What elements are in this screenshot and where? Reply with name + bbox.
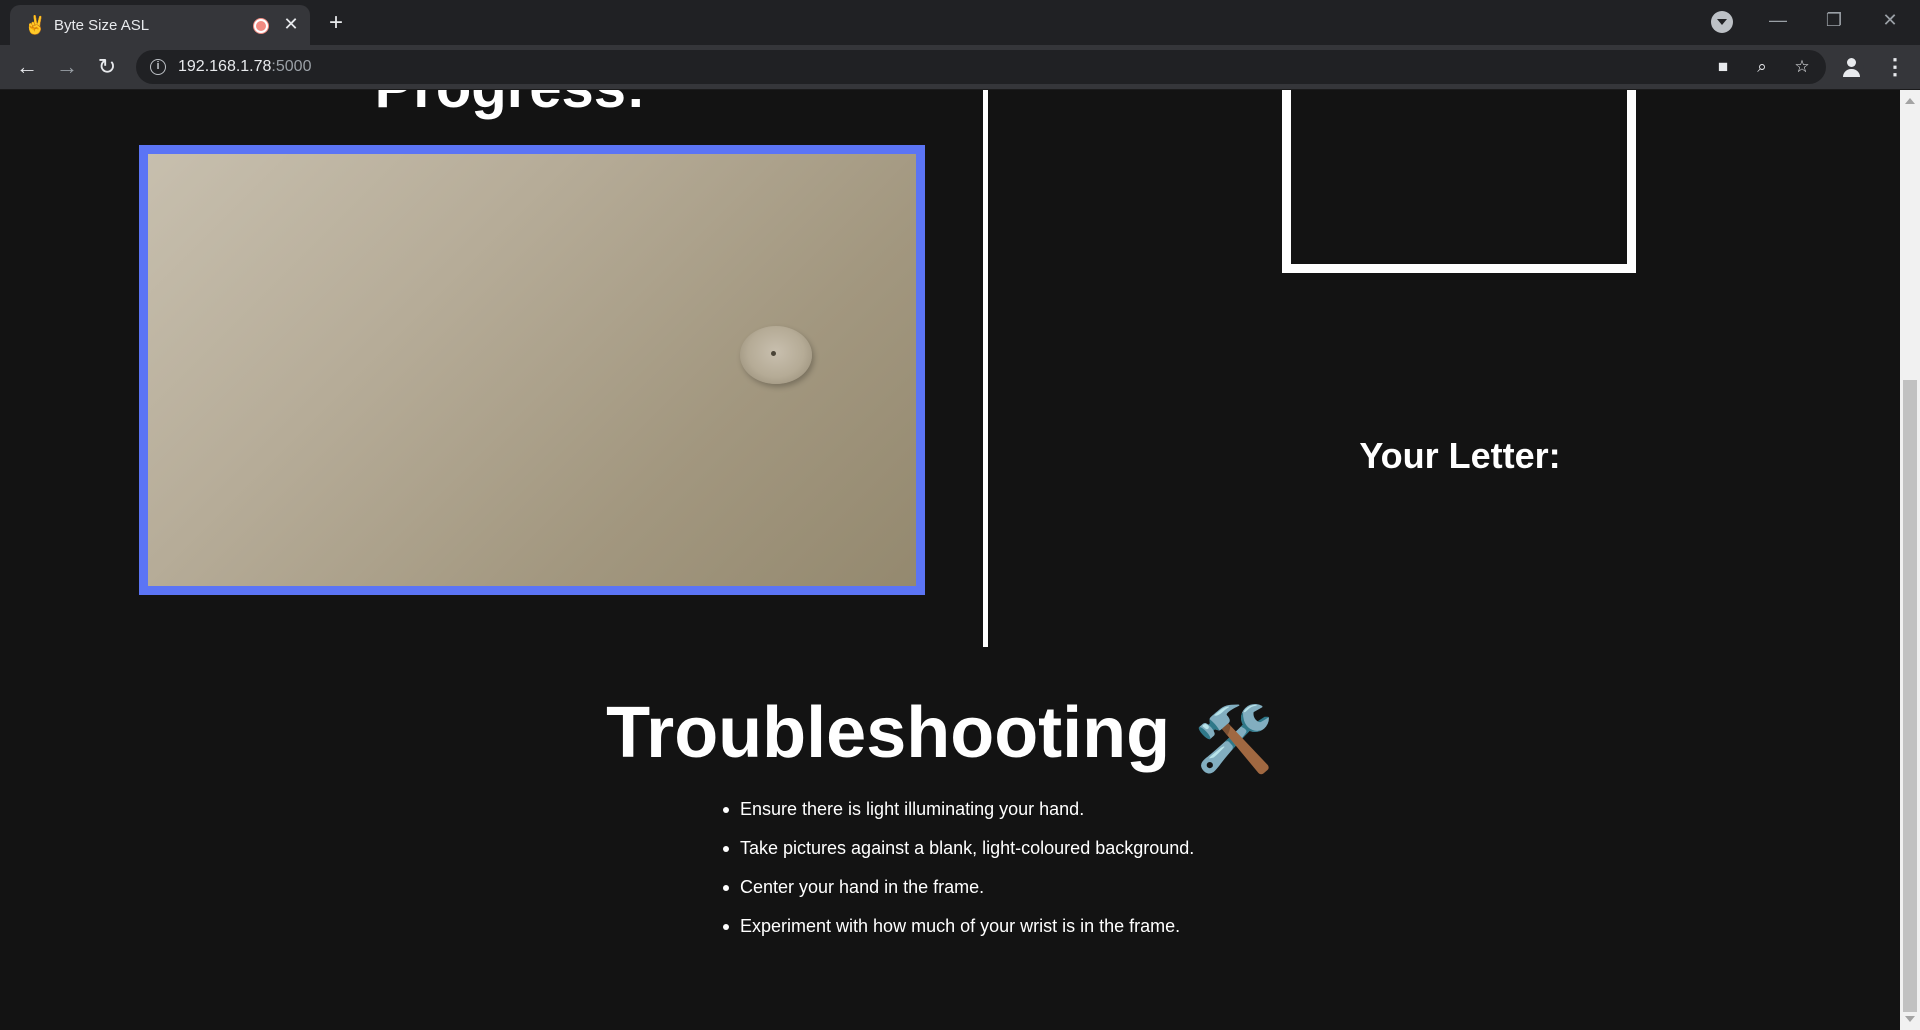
more-menu-icon[interactable]: ⋮ [1884, 52, 1906, 82]
tab-search-icon[interactable] [1711, 11, 1733, 33]
list-item: Ensure there is light illuminating your … [722, 797, 1194, 836]
minimize-button[interactable]: — [1750, 4, 1806, 36]
recording-icon [254, 19, 268, 33]
url-text[interactable]: 192.168.1.78:5000 [178, 58, 311, 76]
url-host: 192.168.1.78 [178, 58, 272, 75]
prediction-image-box [1282, 90, 1636, 273]
vertical-divider [983, 90, 988, 647]
bookmark-star-icon[interactable]: ☆ [1791, 56, 1813, 78]
tab-title: Byte Size ASL [54, 17, 150, 34]
tab-close-icon[interactable]: ✕ [280, 13, 302, 35]
back-arrow-icon[interactable]: ← [12, 52, 42, 82]
new-tab-button[interactable]: + [322, 9, 350, 37]
smoke-detector-in-feed [740, 326, 812, 384]
troubleshooting-list: Ensure there is light illuminating your … [722, 797, 1194, 953]
scroll-down-arrow-icon[interactable] [1905, 1016, 1915, 1022]
url-port: :5000 [271, 58, 312, 75]
profile-icon[interactable] [1840, 55, 1864, 79]
restore-button[interactable]: ❐ [1806, 4, 1862, 36]
troubleshooting-heading: Troubleshooting 🛠️ [560, 692, 1320, 777]
page-viewport: Progress: Your Letter: Troubleshooting 🛠️… [0, 90, 1900, 1030]
progress-heading: Progress: [310, 90, 710, 121]
list-item: Take pictures against a blank, light-col… [722, 836, 1194, 875]
browser-toolbar: ← → ↻ i 192.168.1.78:5000 ■ ⌕ ☆ ⋮ [0, 45, 1920, 90]
address-bar[interactable]: i 192.168.1.78:5000 ■ ⌕ ☆ [136, 50, 1826, 84]
vertical-scrollbar[interactable] [1900, 90, 1920, 1030]
window-close-button[interactable]: ✕ [1862, 4, 1918, 36]
list-item: Experiment with how much of your wrist i… [722, 914, 1194, 953]
site-info-icon[interactable]: i [150, 59, 166, 75]
reload-icon[interactable]: ↻ [92, 52, 122, 82]
zoom-icon[interactable]: ⌕ [1751, 56, 1773, 78]
webcam-feed [139, 145, 925, 595]
forward-arrow-icon[interactable]: → [52, 52, 82, 82]
browser-tab[interactable]: ✌ Byte Size ASL ✕ [10, 5, 310, 45]
list-item: Center your hand in the frame. [722, 875, 1194, 914]
victory-hand-icon: ✌ [24, 15, 47, 35]
troubleshooting-title: Troubleshooting [606, 693, 1171, 773]
scrollbar-thumb[interactable] [1903, 380, 1917, 1012]
scroll-up-arrow-icon[interactable] [1905, 98, 1915, 104]
your-letter-heading: Your Letter: [1359, 435, 1561, 476]
tab-strip: ✌ Byte Size ASL ✕ + — ❐ ✕ [0, 0, 1920, 45]
hammer-and-wrench-icon: 🛠️ [1194, 703, 1274, 775]
camera-icon[interactable]: ■ [1712, 56, 1734, 78]
